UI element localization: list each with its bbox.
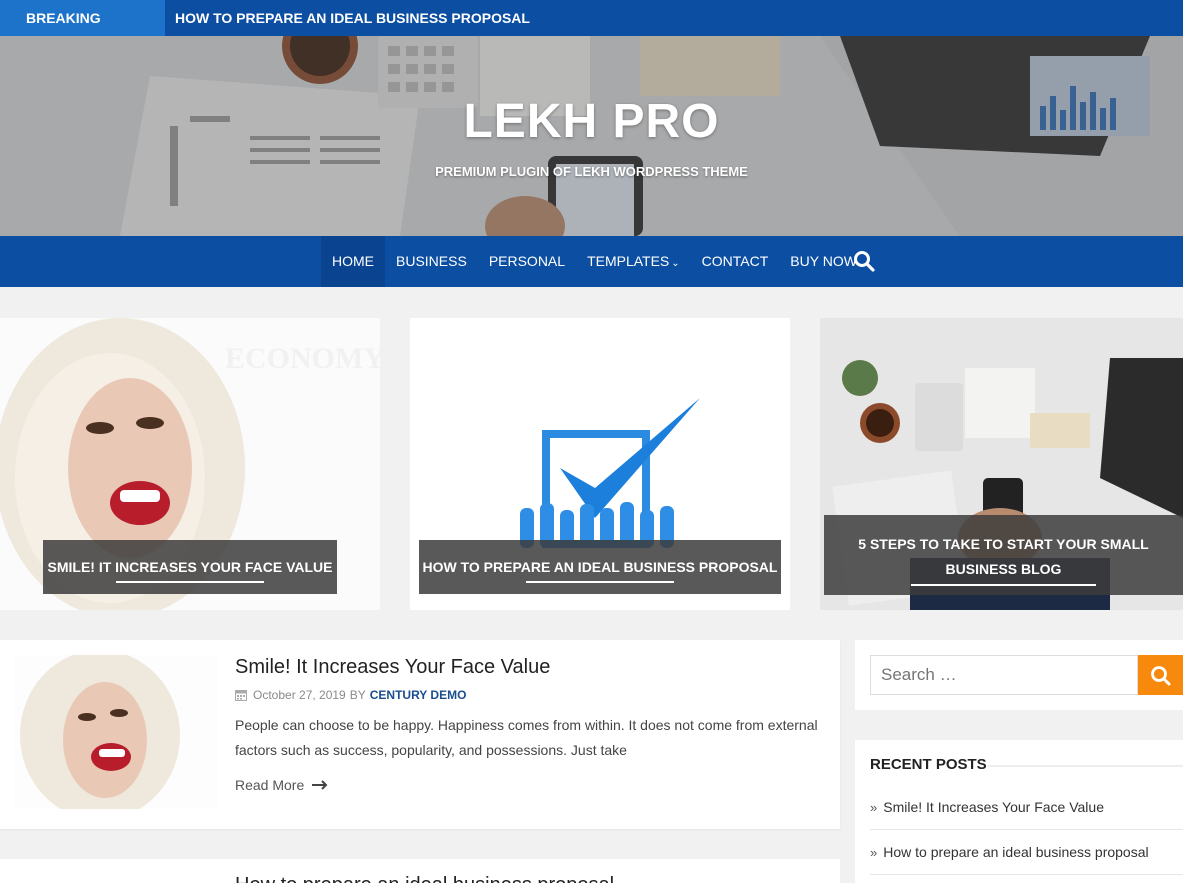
nav-item-label: TEMPLATES xyxy=(587,253,670,269)
featured-caption-text: HOW TO PREPARE AN IDEAL BUSINESS PROPOSA… xyxy=(422,559,778,575)
nav-item-label: PERSONAL xyxy=(488,253,566,269)
recent-post-item[interactable]: » How to prepare an ideal business propo… xyxy=(870,844,1183,860)
nav-item-contact[interactable]: CONTACT xyxy=(691,236,780,287)
nav-item-personal[interactable]: PERSONAL xyxy=(478,236,576,287)
nav-item-templates[interactable]: TEMPLATES ⌄ xyxy=(576,236,691,287)
search-icon[interactable] xyxy=(853,250,875,272)
read-more-link[interactable]: Read More xyxy=(235,777,328,793)
post-card: Smile! It Increases Your Face Value Octo… xyxy=(0,640,840,829)
search-icon xyxy=(1151,666,1171,686)
list-divider xyxy=(870,829,1183,830)
post-thumbnail-image xyxy=(15,655,218,809)
breaking-news-bar: BREAKING NEWS HOW TO PREPARE AN IDEAL BU… xyxy=(0,0,1183,62)
recent-post-label: Smile! It Increases Your Face Value xyxy=(883,799,1104,815)
site-tagline: PREMIUM PLUGIN OF LEKH WORDPRESS THEME xyxy=(435,164,748,179)
nav-item-business[interactable]: BUSINESS xyxy=(385,236,478,287)
featured-caption[interactable]: 5 STEPS TO TAKE TO START YOUR SMALL BUSI… xyxy=(824,515,1183,595)
double-chevron-icon: » xyxy=(870,844,878,860)
main-navigation: HOME BUSINESS PERSONAL TEMPLATES ⌄ CONTAC… xyxy=(0,236,1183,287)
widget-title: RECENT POSTS xyxy=(870,756,987,773)
site-title[interactable]: LEKH PRO xyxy=(0,94,1183,149)
nav-item-label: CONTACT xyxy=(701,253,769,269)
post-thumbnail[interactable] xyxy=(15,655,218,809)
calendar-icon xyxy=(235,690,247,701)
nav-item-label: BUY NOW xyxy=(790,253,857,269)
list-divider xyxy=(870,874,1183,875)
double-chevron-icon: » xyxy=(870,799,878,815)
recent-post-item[interactable]: » Smile! It Increases Your Face Value xyxy=(870,799,1183,815)
featured-post-card[interactable]: 5 STEPS TO TAKE TO START YOUR SMALL BUSI… xyxy=(820,318,1183,610)
post-date[interactable]: October 27, 2019 xyxy=(253,688,346,702)
post-card: How to prepare an ideal business proposa… xyxy=(0,859,840,883)
nav-item-home[interactable]: HOME xyxy=(321,236,385,287)
caption-underline xyxy=(116,581,264,583)
featured-caption[interactable]: HOW TO PREPARE AN IDEAL BUSINESS PROPOSA… xyxy=(419,540,781,594)
svg-text:ECONOMY: ECONOMY xyxy=(225,342,380,375)
breaking-news-label: BREAKING NEWS xyxy=(0,0,165,62)
arrow-right-icon xyxy=(312,780,328,790)
post-title[interactable]: How to prepare an ideal business proposa… xyxy=(235,874,614,883)
post-meta: October 27, 2019 BY CENTURY DEMO xyxy=(235,688,466,702)
featured-caption-text: BUSINESS BLOG xyxy=(945,561,1062,577)
featured-caption-text: SMILE! IT INCREASES YOUR FACE VALUE xyxy=(47,559,333,575)
featured-post-card[interactable]: ECONOMY SMILE! IT INCREASES YOUR FACE VA… xyxy=(0,318,380,610)
recent-post-label: How to prepare an ideal business proposa… xyxy=(883,844,1149,860)
featured-caption-text: 5 STEPS TO TAKE TO START YOUR SMALL xyxy=(858,536,1149,552)
title-divider xyxy=(988,765,1183,767)
breaking-news-headline[interactable]: HOW TO PREPARE AN IDEAL BUSINESS PROPOSA… xyxy=(165,10,530,26)
search-input[interactable] xyxy=(870,655,1138,695)
post-title[interactable]: Smile! It Increases Your Face Value xyxy=(235,656,550,679)
caption-underline xyxy=(526,581,674,583)
featured-post-card[interactable]: HOW TO PREPARE AN IDEAL BUSINESS PROPOSA… xyxy=(410,318,790,610)
chevron-down-icon: ⌄ xyxy=(671,258,680,269)
nav-item-label: BUSINESS xyxy=(396,253,467,269)
recent-posts-widget: RECENT POSTS » Smile! It Increases Your … xyxy=(855,740,1183,883)
caption-underline xyxy=(911,584,1096,586)
post-by: BY xyxy=(349,688,366,702)
site-header: LEKH PRO PREMIUM PLUGIN OF LEKH WORDPRES… xyxy=(0,36,1183,236)
post-excerpt: People can choose to be happy. Happiness… xyxy=(235,717,818,758)
read-more-label: Read More xyxy=(235,777,305,793)
search-submit-button[interactable] xyxy=(1138,655,1183,695)
featured-caption[interactable]: SMILE! IT INCREASES YOUR FACE VALUE xyxy=(43,540,337,594)
post-author[interactable]: CENTURY DEMO xyxy=(370,688,467,702)
search-widget xyxy=(855,640,1183,710)
nav-item-label: HOME xyxy=(332,253,374,269)
